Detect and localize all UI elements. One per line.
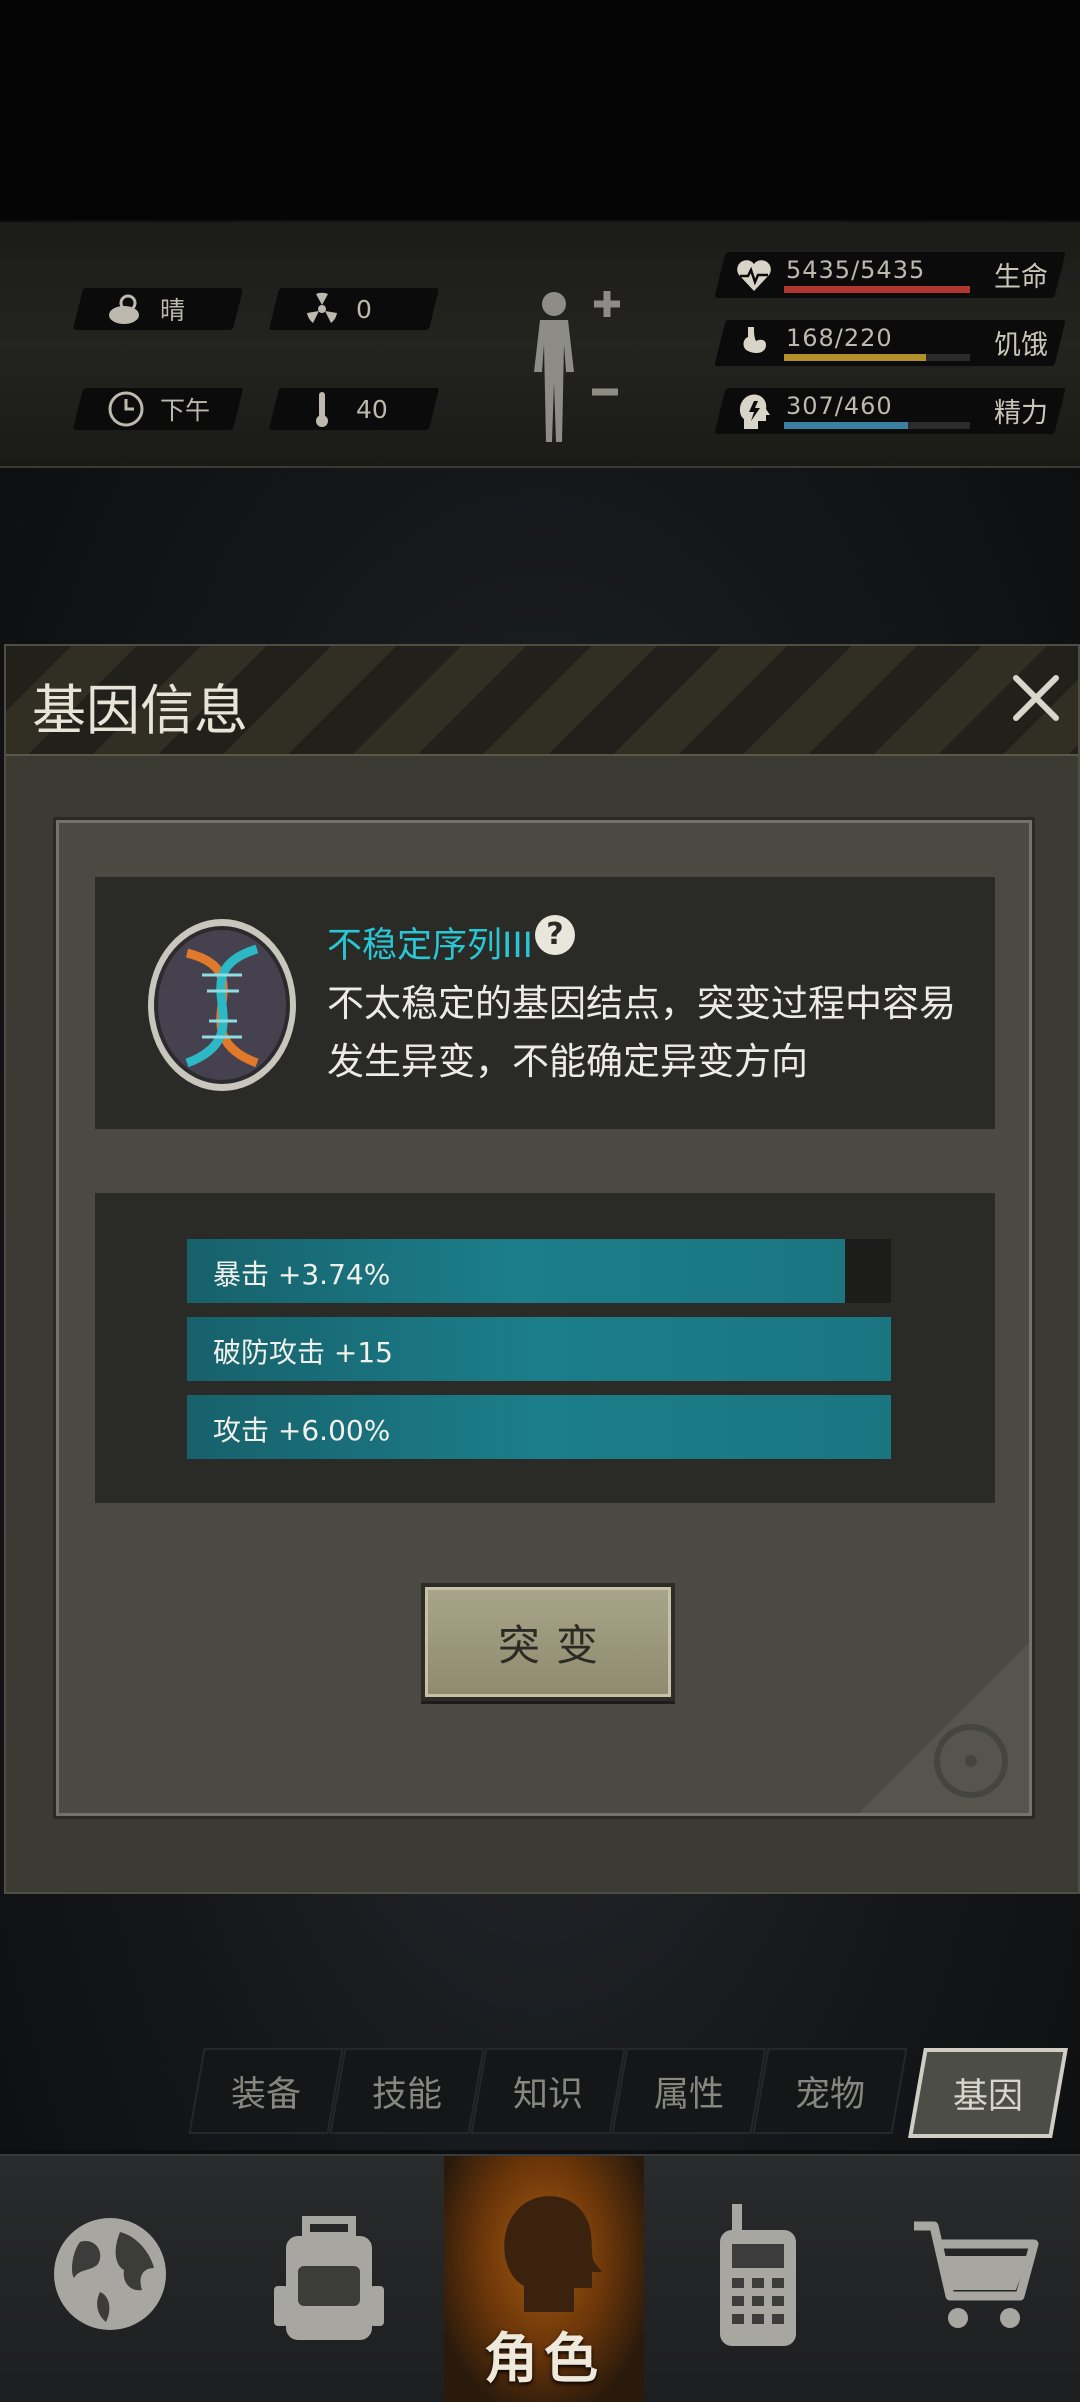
temperature-pill: 40 xyxy=(268,388,440,430)
health-value: 5435/5435 xyxy=(786,256,926,284)
tab-pets[interactable]: 宠物 xyxy=(752,2048,908,2134)
dialog-title: 基因信息 xyxy=(32,679,248,742)
mutate-button[interactable]: 突变 xyxy=(421,1583,675,1701)
radiation-value: 0 xyxy=(356,294,372,324)
tab-equipment[interactable]: 装备 xyxy=(188,2048,344,2134)
cart-icon xyxy=(914,2221,1039,2328)
weather-text: 晴 xyxy=(160,296,186,325)
character-tabs: 装备 技能 知识 属性 宠物 基因 xyxy=(188,2048,1068,2138)
bonus-text: 攻击 +6.00% xyxy=(213,1414,391,1447)
nav-character[interactable]: 角色 xyxy=(444,2156,644,2402)
time-of-day-text: 下午 xyxy=(160,396,211,425)
gene-sequence-name: 不稳定序列III xyxy=(327,926,533,966)
bonus-bar-crit: 暴击 +3.74% xyxy=(187,1239,891,1303)
dialog-body: 不稳定序列III ? 不太稳定的基因结点，突变过程中容易发生异变，不能确定异变方… xyxy=(56,820,1032,1816)
head-energy-icon xyxy=(739,394,770,429)
energy-bar-fill xyxy=(784,422,909,429)
gene-info-panel: 不稳定序列III ? 不太稳定的基因结点，突变过程中容易发生异变，不能确定异变方… xyxy=(95,877,995,1129)
tab-label: 宠物 xyxy=(794,2074,865,2115)
radiation-icon xyxy=(302,289,342,329)
bonus-text: 暴击 +3.74% xyxy=(213,1258,391,1291)
help-icon[interactable]: ? xyxy=(535,915,575,955)
top-blank-area xyxy=(0,0,1080,220)
nav-character-label: 角色 xyxy=(484,2327,604,2390)
dna-medal-icon xyxy=(148,919,296,1091)
mutate-button-label: 突变 xyxy=(497,1620,614,1670)
dialog-header: 基因信息 xyxy=(6,646,1078,756)
hunger-stat: 168/220 饥饿 xyxy=(714,320,1066,366)
thermometer-icon xyxy=(302,389,342,429)
character-icon xyxy=(504,2196,602,2312)
tab-knowledge[interactable]: 知识 xyxy=(470,2048,626,2134)
tab-attributes[interactable]: 属性 xyxy=(611,2048,767,2134)
health-bar-fill xyxy=(784,286,970,293)
health-stat: 5435/5435 生命 xyxy=(714,252,1066,298)
close-icon[interactable] xyxy=(1004,666,1068,730)
clock-icon xyxy=(106,389,146,429)
tab-label: 装备 xyxy=(230,2074,301,2115)
bottom-navigation: 角色 xyxy=(0,2154,1080,2402)
tab-label: 技能 xyxy=(371,2074,442,2115)
energy-stat: 307/460 精力 xyxy=(714,388,1066,434)
gene-info-dialog: 基因信息 不稳定序列III ? 不太稳定的基因结点，突变过程中容易发生异变，不能… xyxy=(4,644,1080,1894)
hunger-bar-fill xyxy=(784,354,927,361)
hunger-label: 饥饿 xyxy=(994,330,1048,361)
energy-label: 精力 xyxy=(994,398,1048,429)
nav-shop[interactable] xyxy=(866,2156,1080,2402)
cloud-sun-icon xyxy=(106,289,146,329)
tab-label: 知识 xyxy=(512,2074,583,2115)
body-status-button[interactable] xyxy=(520,282,630,452)
bonus-bar-attack: 攻击 +6.00% xyxy=(187,1395,891,1459)
hunger-value: 168/220 xyxy=(786,324,893,352)
time-pill: 下午 xyxy=(72,388,244,430)
weather-pill: 晴 xyxy=(72,288,244,330)
energy-value: 307/460 xyxy=(786,392,893,420)
gene-bonus-panel: 暴击 +3.74% 破防攻击 +15 攻击 +6.00% xyxy=(95,1193,995,1503)
bonus-bar-armor-break: 破防攻击 +15 xyxy=(187,1317,891,1381)
nav-backpack[interactable] xyxy=(218,2156,440,2402)
backpack-icon xyxy=(274,2216,384,2340)
heart-pulse-icon xyxy=(737,260,771,291)
radio-icon xyxy=(720,2204,796,2346)
human-body-icon xyxy=(534,291,620,442)
health-label: 生命 xyxy=(994,262,1048,293)
bonus-text: 破防攻击 +15 xyxy=(213,1336,393,1369)
nav-radio[interactable] xyxy=(646,2156,866,2402)
stomach-icon xyxy=(743,327,766,353)
radiation-pill: 0 xyxy=(268,288,440,330)
tab-label: 基因 xyxy=(952,2076,1023,2117)
status-bar: 晴 0 下午 40 5435/5435 生命 168/220 饥饿 307/46… xyxy=(0,222,1080,468)
globe-icon xyxy=(54,2218,166,2330)
radiation-watermark-icon xyxy=(859,1643,1029,1813)
tab-genes[interactable]: 基因 xyxy=(908,2048,1068,2138)
gene-description: 不太稳定的基因结点，突变过程中容易发生异变，不能确定异变方向 xyxy=(327,982,956,1083)
tab-label: 属性 xyxy=(653,2074,724,2115)
nav-map[interactable] xyxy=(0,2156,218,2402)
temperature-value: 40 xyxy=(356,394,388,424)
tab-skills[interactable]: 技能 xyxy=(329,2048,485,2134)
